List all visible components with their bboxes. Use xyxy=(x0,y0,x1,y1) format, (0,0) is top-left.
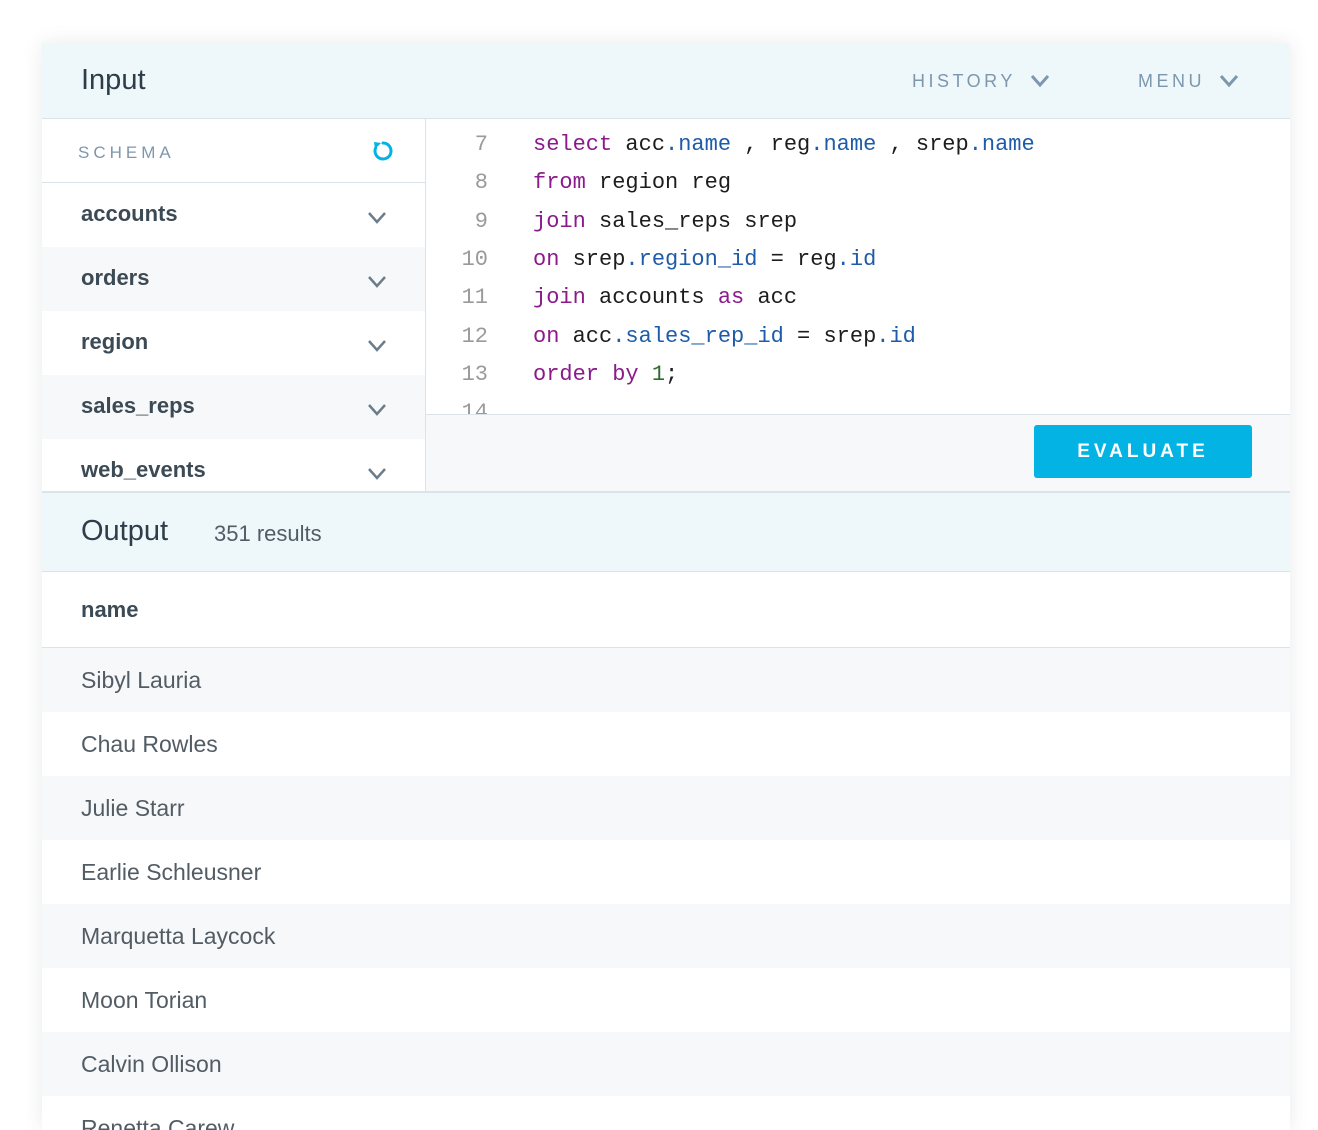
results-column-header: name xyxy=(42,572,1290,648)
line-number: 13 xyxy=(461,361,488,387)
schema-table-region[interactable]: region xyxy=(42,311,425,375)
line-number: 9 xyxy=(474,208,488,234)
history-label: HISTORY xyxy=(912,71,1016,91)
output-title: Output xyxy=(81,515,169,547)
schema-header: SCHEMA xyxy=(42,119,425,183)
chevron-down-icon[interactable] xyxy=(367,275,387,289)
chevron-down-icon[interactable] xyxy=(367,403,387,417)
column-name-label: name xyxy=(81,597,139,622)
table-row: Sibyl Lauria xyxy=(42,648,1290,712)
name-cell: Marquetta Laycock xyxy=(81,923,276,949)
results-count: 351 results xyxy=(214,521,322,546)
line-number: 8 xyxy=(474,170,488,196)
schema-label: SCHEMA xyxy=(78,143,175,162)
name-cell: Earlie Schleusner xyxy=(81,859,262,885)
chevron-down-icon[interactable] xyxy=(367,467,387,481)
name-cell: Moon Torian xyxy=(81,987,208,1013)
line-number: 12 xyxy=(461,323,488,349)
results-table: Sibyl Lauria Chau Rowles Julie Starr Earlie… xyxy=(42,648,1290,1130)
table-row: Earlie Schleusner xyxy=(42,840,1290,904)
table-row: Moon Torian xyxy=(42,968,1290,1032)
history-dropdown[interactable]: HISTORY xyxy=(912,70,1050,92)
menu-dropdown[interactable]: MENU xyxy=(1138,70,1239,92)
chevron-down-icon xyxy=(1219,75,1239,88)
line-number: 7 xyxy=(474,132,488,157)
evaluate-bar: EVALUATE xyxy=(426,414,1290,491)
code-text: order by 1; xyxy=(533,361,679,387)
schema-table-orders[interactable]: orders xyxy=(42,247,425,311)
code-line: 7 select acc.name , reg.name , srep.name xyxy=(426,126,1266,164)
line-number: 11 xyxy=(461,285,488,311)
chevron-down-icon[interactable] xyxy=(367,339,387,353)
table-row: Renetta Carew xyxy=(42,1096,1290,1130)
code-text: join accounts as acc xyxy=(533,285,798,311)
name-cell: Sibyl Lauria xyxy=(81,667,202,693)
name-cell: Julie Starr xyxy=(81,795,185,821)
schema-table-label: accounts xyxy=(81,201,178,226)
schema-sidebar: SCHEMA accounts orders region sales_repsweb… xyxy=(42,119,426,503)
refresh-icon[interactable] xyxy=(371,139,395,163)
sql-workspace-card: Input HISTORY MENU SCHEMA accounts orders… xyxy=(42,43,1290,1130)
code-line: 8 from region reg xyxy=(426,164,1266,202)
input-title: Input xyxy=(81,64,146,96)
code-line: 13 order by 1; xyxy=(426,356,1266,394)
schema-table-label: orders xyxy=(81,265,150,290)
code-text: from region reg xyxy=(533,170,732,196)
code-editor[interactable]: 7 select acc.name , reg.name , srep.name 8… xyxy=(426,119,1290,414)
line-number: 10 xyxy=(461,246,488,272)
code-line: 10 on srep.region_id = reg.id xyxy=(426,241,1266,279)
output-header: Output 351 results xyxy=(42,491,1290,572)
schema-table-accounts[interactable]: accounts xyxy=(42,183,425,247)
schema-table-list: accounts orders region sales_reps web_events xyxy=(42,183,425,503)
code-text: join sales_reps srep xyxy=(533,208,798,234)
schema-table-label: web_events xyxy=(81,457,206,482)
schema-table-sales-reps[interactable]: sales_reps xyxy=(42,375,425,439)
table-row: Chau Rowles xyxy=(42,712,1290,776)
schema-table-label: sales_reps xyxy=(81,393,195,418)
code-line: 12 on acc.sales_rep_id = srep.id xyxy=(426,318,1266,356)
input-header: Input HISTORY MENU xyxy=(42,43,1290,119)
name-cell: Chau Rowles xyxy=(81,731,218,757)
code-text: on acc.sales_rep_id = srep.id xyxy=(533,323,916,349)
evaluate-button[interactable]: EVALUATE xyxy=(1034,425,1252,478)
table-row: Julie Starr xyxy=(42,776,1290,840)
table-row: Calvin Ollison xyxy=(42,1032,1290,1096)
line-number: 14 xyxy=(461,400,488,414)
chevron-down-icon xyxy=(1030,75,1049,88)
code-line: 11 join accounts as acc xyxy=(426,279,1266,317)
name-cell: Calvin Ollison xyxy=(81,1051,222,1077)
code-line: 14 xyxy=(426,394,1266,414)
name-cell: Renetta Carew xyxy=(81,1115,235,1130)
schema-table-label: region xyxy=(81,329,149,354)
menu-label: MENU xyxy=(1138,71,1205,91)
chevron-down-icon[interactable] xyxy=(367,211,387,225)
code-line: 9 join sales_reps srep xyxy=(426,203,1266,241)
code-text: on srep.region_id = reg.id xyxy=(533,246,877,272)
code-text: select acc.name , reg.name , srep.name xyxy=(533,132,1035,157)
table-row: Marquetta Laycock xyxy=(42,904,1290,968)
